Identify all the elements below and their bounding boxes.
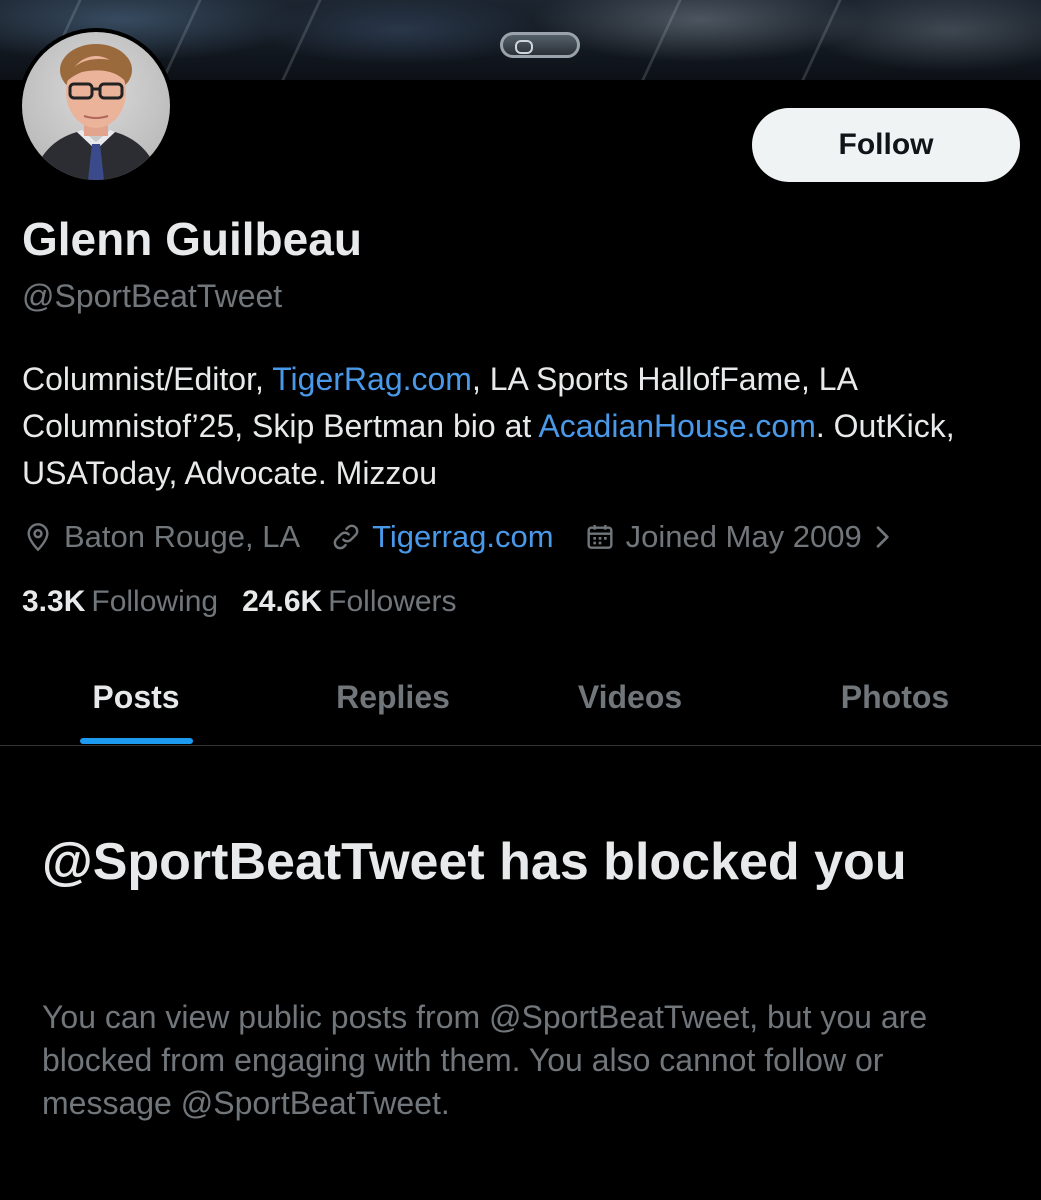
profile-handle: @SportBeatTweet	[22, 278, 283, 314]
blocked-description: You can view public posts from @SportBea…	[42, 999, 928, 1121]
avatar-portrait	[32, 44, 160, 180]
follow-button[interactable]: Follow	[752, 108, 1020, 182]
banner-reflection	[281, 0, 322, 80]
location-pin-icon	[27, 523, 49, 552]
bio-link-tigerrag[interactable]: TigerRag.com	[272, 361, 472, 397]
location: Baton Rouge, LA	[22, 519, 300, 555]
profile-tabs: Posts Replies Videos Photos	[0, 650, 1041, 746]
bio-text: Columnist/Editor,	[22, 361, 273, 397]
display-name: Glenn Guilbeau	[22, 213, 362, 265]
joined-text: Joined May 2009	[625, 519, 862, 554]
chevron-right-icon	[876, 526, 889, 548]
website[interactable]: Tigerrag.com	[330, 519, 554, 555]
banner-reflection	[641, 0, 682, 80]
avatar[interactable]	[18, 28, 174, 184]
profile-page: Follow Glenn Guilbeau @SportBeatTweet Co…	[0, 0, 1041, 1200]
active-tab-indicator	[80, 738, 193, 744]
tab-replies[interactable]: Replies	[293, 650, 493, 745]
joined-date[interactable]: Joined May 2009	[584, 519, 896, 555]
tab-videos[interactable]: Videos	[530, 650, 730, 745]
followers-stat[interactable]: 24.6K Followers	[242, 585, 456, 619]
following-label: Following	[91, 585, 219, 618]
banner-reflection	[801, 0, 842, 80]
tab-photos[interactable]: Photos	[795, 650, 995, 745]
following-count: 3.3K	[22, 585, 86, 618]
tab-posts[interactable]: Posts	[40, 650, 232, 745]
profile-bio: Columnist/Editor, TigerRag.com, LA Sport…	[22, 356, 1012, 497]
followers-label: Followers	[328, 585, 457, 618]
bio-link-acadianhouse[interactable]: AcadianHouse.com	[538, 408, 815, 444]
website-link[interactable]: Tigerrag.com	[372, 519, 553, 555]
location-text: Baton Rouge, LA	[64, 519, 301, 554]
car-door-handle	[500, 32, 580, 58]
profile-meta: Baton Rouge, LA Tigerrag.com Joined May …	[22, 514, 896, 560]
followers-count: 24.6K	[242, 585, 323, 618]
follow-stats: 3.3K Following 24.6K Followers	[22, 585, 481, 619]
calendar-icon	[587, 525, 613, 549]
following-stat[interactable]: 3.3K Following	[22, 585, 218, 619]
blocked-title: @SportBeatTweet has blocked you	[42, 833, 907, 891]
avatar-photo	[22, 32, 170, 180]
link-icon	[333, 524, 359, 550]
